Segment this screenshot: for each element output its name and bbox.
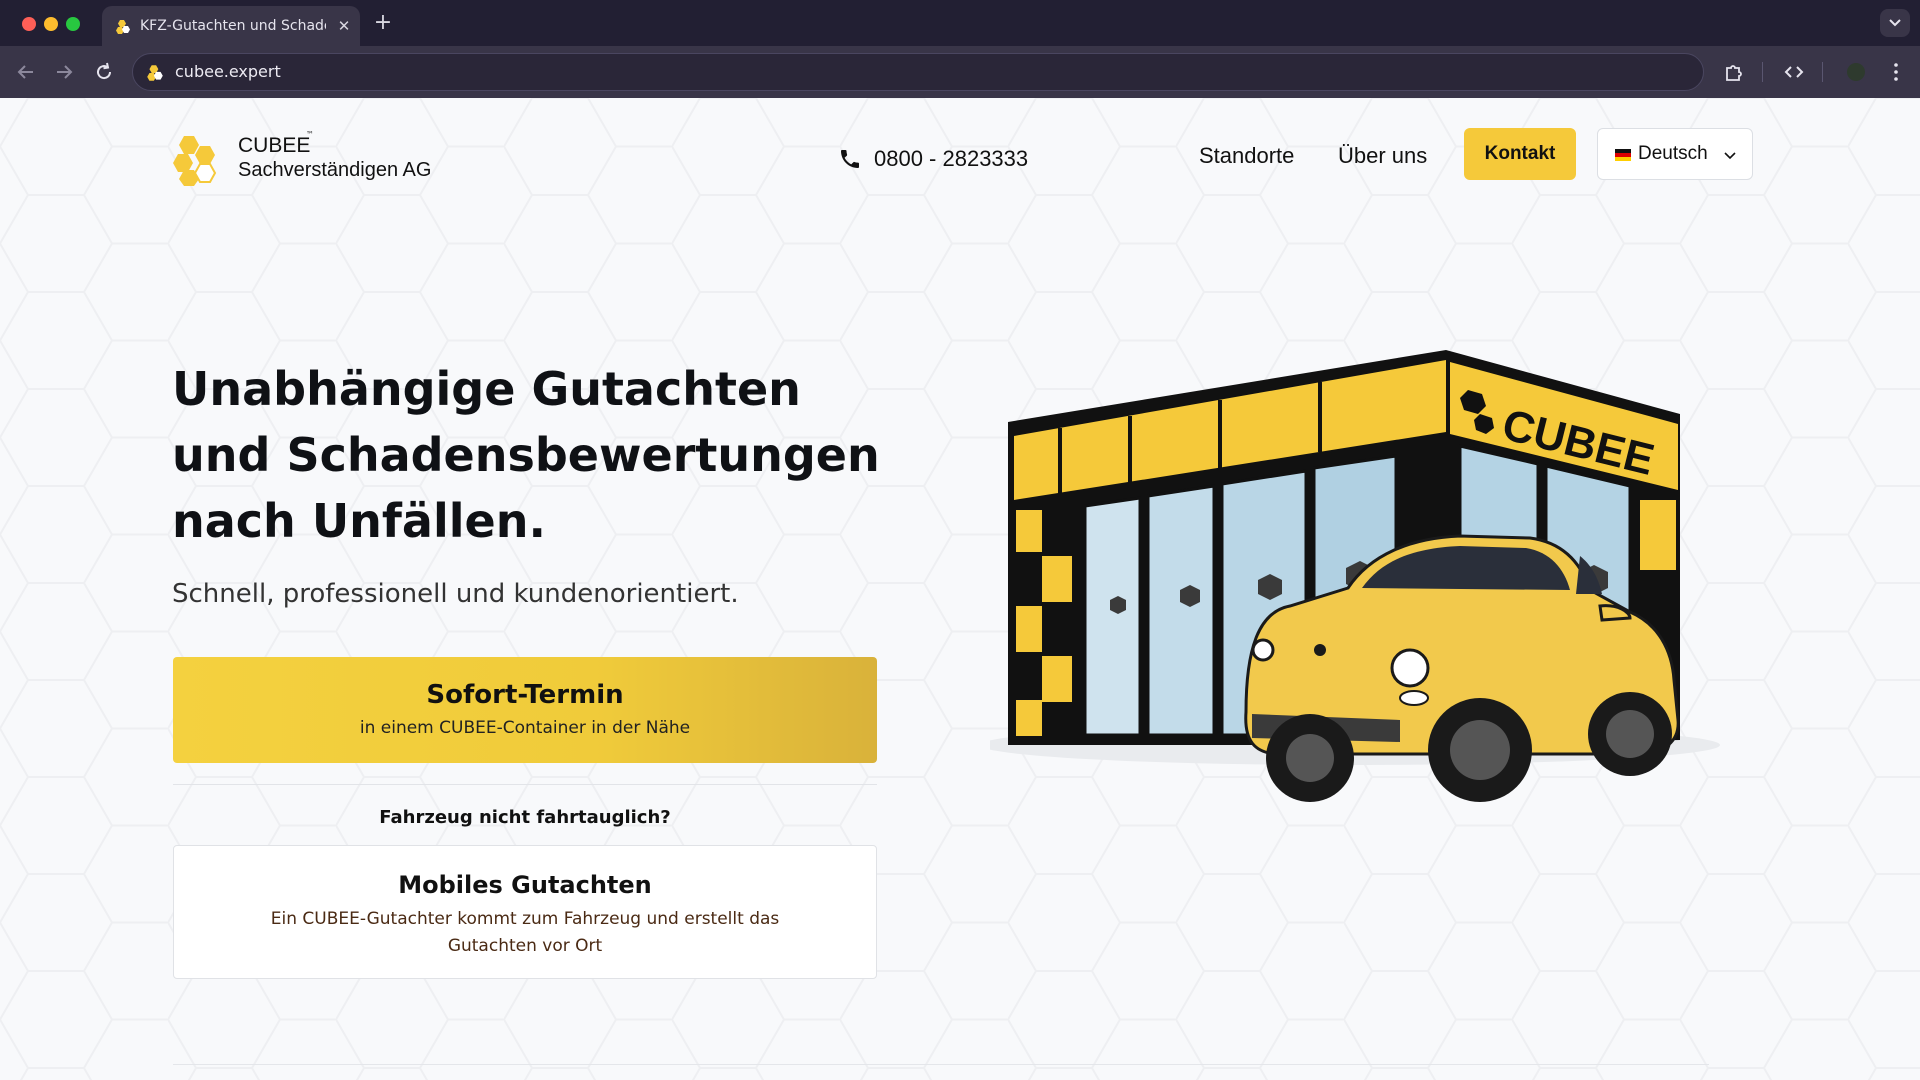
new-tab-button[interactable]: +	[372, 12, 394, 34]
mobile-description: Ein CUBEE-Gutachter kommt zum Fahrzeug u…	[270, 909, 780, 956]
language-label: Deutsch	[1638, 143, 1708, 164]
german-flag-icon	[1615, 149, 1631, 161]
puzzle-icon[interactable]	[1722, 60, 1746, 84]
mobiles-gutachten-button[interactable]: Mobiles Gutachten Ein CUBEE-Gutachter ko…	[173, 845, 877, 979]
window-minimize-button[interactable]	[44, 17, 58, 31]
toolbar-separator	[1762, 62, 1763, 82]
tab-close-icon[interactable]: ✕	[334, 16, 354, 36]
cubee-logo[interactable]: CUBEE ™ Sachverständigen AG	[170, 128, 460, 188]
cubee-container-car-illustration: CUBEE	[990, 350, 1720, 802]
toolbar-separator	[1822, 62, 1823, 82]
language-select[interactable]: Deutsch	[1597, 128, 1753, 180]
hero-headline: Unabhängige Gutachten und Schadensbewert…	[172, 356, 912, 556]
phone-icon	[841, 150, 859, 168]
tab-title: KFZ-Gutachten und Schadensbewertung	[140, 18, 326, 34]
arrow-right-icon[interactable]	[52, 60, 76, 84]
mobile-title: Mobiles Gutachten	[398, 871, 652, 899]
cta-subtitle: in einem CUBEE-Container in der Nähe	[359, 718, 691, 738]
window-close-button[interactable]	[22, 17, 36, 31]
chevron-down-icon	[1889, 19, 1901, 27]
browser-tab-bar: KFZ-Gutachten und Schadensbewertung ✕ +	[0, 0, 1920, 46]
hero-headline-line: und Schadensbewertungen	[172, 428, 880, 482]
nav-link-standorte[interactable]: Standorte	[1199, 142, 1345, 170]
browser-tab-active[interactable]: KFZ-Gutachten und Schadensbewertung ✕	[102, 6, 360, 46]
chevron-down-icon	[1724, 152, 1736, 160]
window-zoom-button[interactable]	[66, 17, 80, 31]
url-text[interactable]: cubee.expert	[175, 62, 575, 82]
tab-search-button[interactable]	[1880, 9, 1910, 37]
phone-link[interactable]: 0800 - 2823333	[838, 144, 1078, 174]
hero-subline: Schnell, professionell und kundenorienti…	[172, 579, 739, 609]
logo-text-company: Sachverständigen AG	[238, 159, 432, 181]
bottom-divider	[173, 1064, 1709, 1065]
sofort-termin-button[interactable]: Sofort-Termin in einem CUBEE-Container i…	[173, 657, 877, 763]
address-bar[interactable]: cubee.expert	[132, 53, 1704, 91]
arrow-left-icon[interactable]	[14, 60, 38, 84]
code-icon[interactable]	[1782, 60, 1806, 84]
reload-icon[interactable]	[92, 60, 116, 84]
logo-trademark: ™	[306, 130, 314, 139]
hero-headline-line: nach Unfällen.	[172, 494, 546, 548]
nav-link-ueber-uns[interactable]: Über uns	[1338, 142, 1448, 170]
kontakt-button[interactable]: Kontakt	[1464, 128, 1576, 180]
cubee-favicon-icon	[116, 20, 130, 34]
hero-headline-line: Unabhängige Gutachten	[172, 362, 801, 416]
browser-toolbar: cubee.expert	[0, 46, 1920, 98]
vehicle-question: Fahrzeug nicht fahrtauglich?	[379, 807, 671, 828]
profile-icon[interactable]	[1844, 60, 1868, 84]
kebab-menu-icon[interactable]	[1884, 60, 1908, 84]
phone-number: 0800 - 2823333	[874, 146, 1029, 171]
web-page: CUBEE ™ Sachverständigen AG 0800 - 28233…	[0, 98, 1920, 1080]
section-divider	[173, 784, 877, 785]
cta-title: Sofort-Termin	[426, 680, 624, 710]
honeycomb-logo-icon	[173, 136, 217, 186]
cubee-favicon-icon	[147, 65, 163, 81]
